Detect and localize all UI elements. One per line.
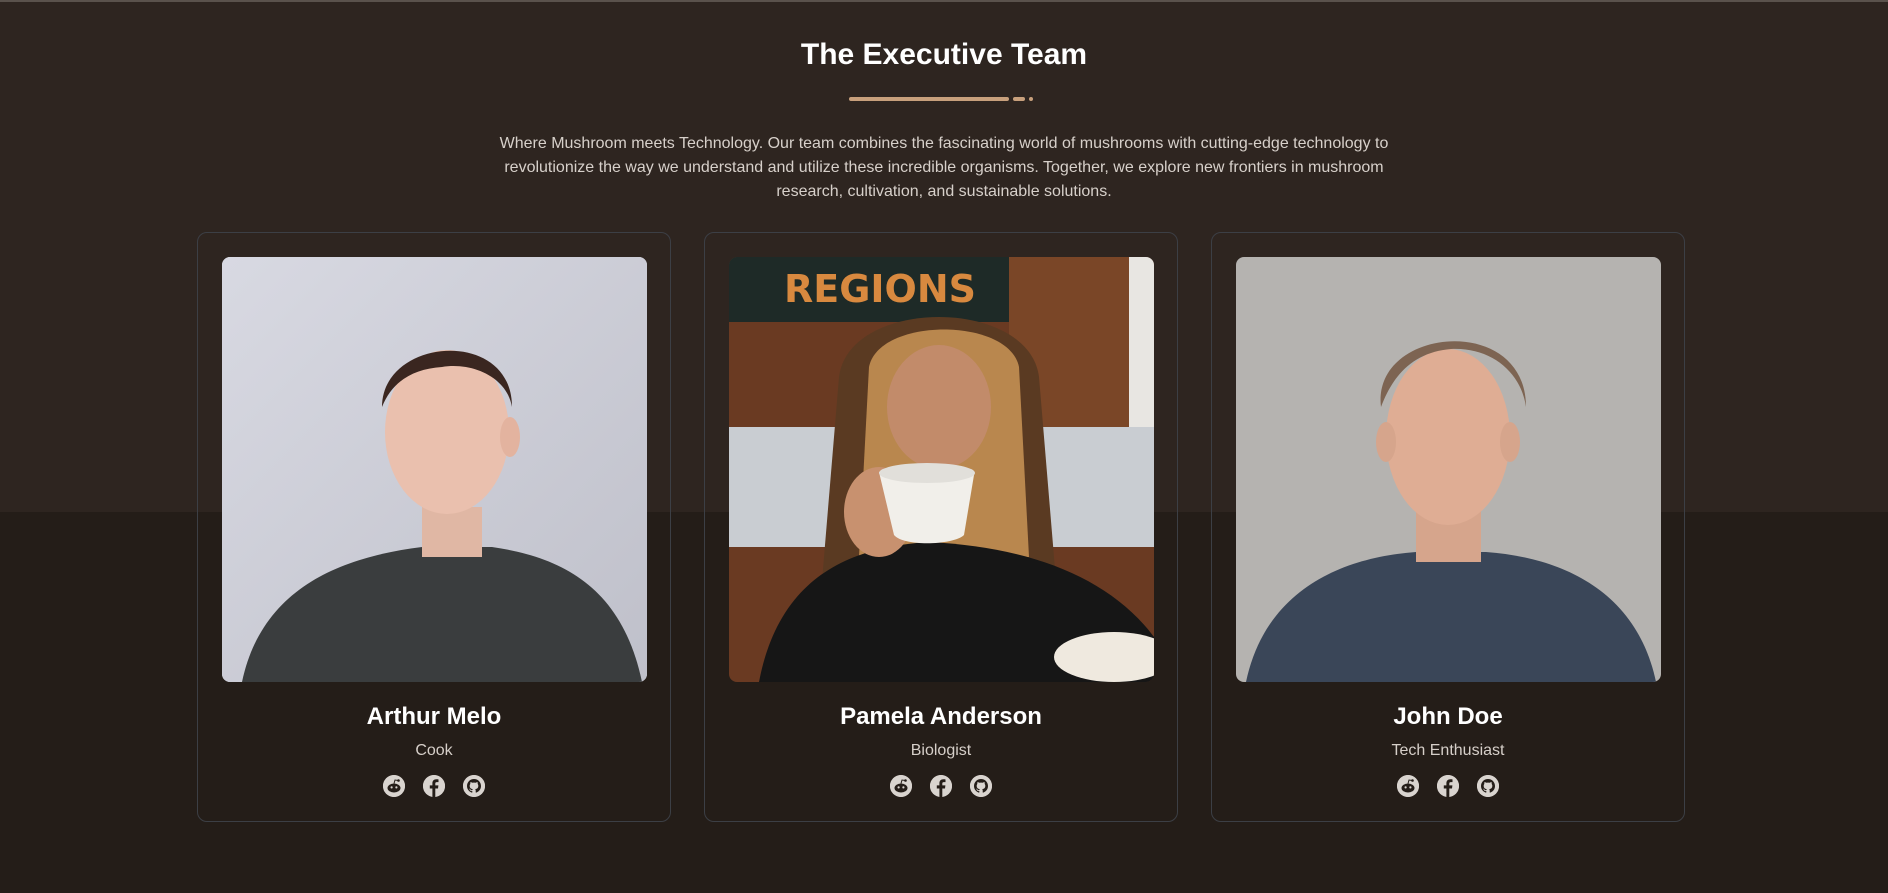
title-divider <box>849 97 1039 102</box>
team-member-photo <box>222 257 647 682</box>
team-cards: Arthur Melo Cook REGIONS Pamela Anderson… <box>197 232 1685 824</box>
social-links <box>705 775 1177 797</box>
team-member-photo: REGIONS <box>729 257 1154 682</box>
section-intro: Where Mushroom meets Technology. Our tea… <box>499 135 1389 200</box>
team-member-name: Pamela Anderson <box>840 703 1042 730</box>
github-icon[interactable] <box>970 775 992 797</box>
facebook-icon[interactable] <box>1437 775 1459 797</box>
svg-text:REGIONS: REGIONS <box>784 267 976 311</box>
social-links <box>1212 775 1684 797</box>
team-card: REGIONS Pamela Anderson Biologist <box>704 232 1178 822</box>
facebook-icon[interactable] <box>930 775 952 797</box>
reddit-icon[interactable] <box>1397 775 1419 797</box>
team-member-name: John Doe <box>1393 703 1503 730</box>
team-card: John Doe Tech Enthusiast <box>1211 232 1685 822</box>
github-icon[interactable] <box>463 775 485 797</box>
facebook-icon[interactable] <box>423 775 445 797</box>
team-card: Arthur Melo Cook <box>197 232 671 822</box>
team-member-photo <box>1236 257 1661 682</box>
executive-team-section: The Executive Team Where Mushroom meets … <box>0 0 1888 893</box>
team-member-name: Arthur Melo <box>366 703 502 730</box>
section-title: The Executive Team <box>800 38 1088 71</box>
portrait-man-navy-shirt-image <box>1236 257 1661 682</box>
team-member-role: Tech Enthusiast <box>1391 742 1505 759</box>
reddit-icon[interactable] <box>890 775 912 797</box>
social-links <box>198 775 670 797</box>
team-member-role: Cook <box>415 742 453 759</box>
reddit-icon[interactable] <box>383 775 405 797</box>
team-member-role: Biologist <box>910 742 972 759</box>
portrait-woman-coffee-cup-image: REGIONS <box>729 257 1154 682</box>
github-icon[interactable] <box>1477 775 1499 797</box>
portrait-man-dark-shirt-image <box>222 257 647 682</box>
